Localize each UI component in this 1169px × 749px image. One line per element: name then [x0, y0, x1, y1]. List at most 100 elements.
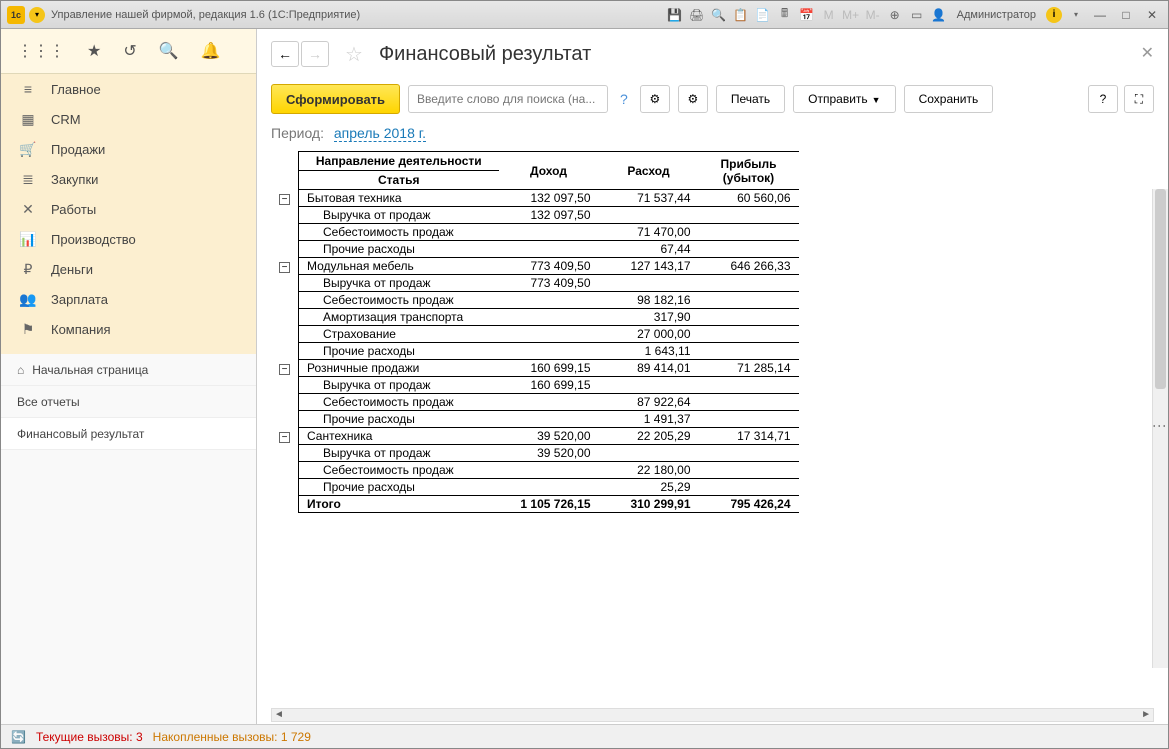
help-button[interactable]: ?	[1088, 85, 1118, 113]
period-row: Период: апрель 2018 г.	[257, 119, 1168, 151]
group-name: Розничные продажи	[299, 360, 499, 377]
info-dropdown[interactable]: ▾	[1068, 7, 1084, 23]
panel-handle-icon[interactable]: ⋮	[1152, 419, 1168, 433]
group-profit: 71 285,14	[699, 360, 799, 377]
total-income: 1 105 726,15	[499, 496, 599, 513]
sub-item-1[interactable]: Все отчеты	[1, 386, 256, 418]
m-plus-icon[interactable]: M+	[843, 7, 859, 23]
window-icon[interactable]: ▭	[909, 7, 925, 23]
m-minus-icon[interactable]: M-	[865, 7, 881, 23]
row-profit	[699, 377, 799, 394]
group-name: Сантехника	[299, 428, 499, 445]
back-button[interactable]: ←	[271, 41, 299, 67]
nav-icon: ✕	[19, 201, 37, 218]
search-icon[interactable]: 🔍	[159, 41, 179, 61]
header-income: Доход	[499, 152, 599, 190]
row-name: Прочие расходы	[299, 479, 499, 496]
bell-icon[interactable]: 🔔	[201, 41, 221, 61]
save-icon[interactable]: 💾	[667, 7, 683, 23]
maximize-button[interactable]: □	[1116, 7, 1136, 23]
forward-button[interactable]: →	[301, 41, 329, 67]
print-icon[interactable]: 🖨	[689, 7, 705, 23]
collapse-toggle[interactable]: −	[279, 194, 290, 205]
favorite-icon[interactable]: ★	[87, 41, 101, 61]
status-accumulated-calls: Накопленные вызовы: 1 729	[153, 730, 311, 744]
apps-icon[interactable]: ⋮⋮⋮	[17, 41, 65, 61]
save-button[interactable]: Сохранить	[904, 85, 994, 113]
sidebar-toolbar: ⋮⋮⋮ ★ ↺ 🔍 🔔	[1, 29, 256, 74]
history-icon[interactable]: ↺	[123, 41, 136, 61]
group-name: Модульная мебель	[299, 258, 499, 275]
send-button[interactable]: Отправить▼	[793, 85, 895, 113]
period-link[interactable]: апрель 2018 г.	[334, 125, 426, 142]
info-icon[interactable]: i	[1046, 7, 1062, 23]
nav-item-0[interactable]: ≡Главное	[1, 74, 256, 104]
nav-item-6[interactable]: ₽Деньги	[1, 254, 256, 284]
star-icon[interactable]: ☆	[345, 42, 363, 67]
group-name: Бытовая техника	[299, 190, 499, 207]
row-name: Амортизация транспорта	[299, 309, 499, 326]
calculator-icon[interactable]: 🖩	[777, 7, 793, 23]
row-profit	[699, 207, 799, 224]
nav-item-5[interactable]: 📊Производство	[1, 224, 256, 254]
row-income	[499, 343, 599, 360]
row-profit	[699, 411, 799, 428]
row-income: 39 520,00	[499, 445, 599, 462]
app-menu-dropdown[interactable]: ▾	[29, 7, 45, 23]
toolbar: Сформировать ? ⚙ ⚙ Печать Отправить▼ Сох…	[257, 79, 1168, 119]
zoom-in-icon[interactable]: ⊕	[887, 7, 903, 23]
home-icon: ⌂	[17, 363, 24, 377]
minimize-button[interactable]: —	[1090, 7, 1110, 23]
row-income: 132 097,50	[499, 207, 599, 224]
nav-item-4[interactable]: ✕Работы	[1, 194, 256, 224]
header-expense: Расход	[599, 152, 699, 190]
nav-label: Главное	[51, 82, 101, 97]
group-income: 160 699,15	[499, 360, 599, 377]
group-income: 39 520,00	[499, 428, 599, 445]
group-profit: 17 314,71	[699, 428, 799, 445]
row-profit	[699, 479, 799, 496]
collapse-toggle[interactable]: −	[279, 432, 290, 443]
close-button[interactable]: ✕	[1142, 7, 1162, 23]
group-income: 132 097,50	[499, 190, 599, 207]
settings-icon-2[interactable]: ⚙	[678, 85, 708, 113]
nav-item-7[interactable]: 👥Зарплата	[1, 284, 256, 314]
row-profit	[699, 326, 799, 343]
row-income	[499, 479, 599, 496]
total-label: Итого	[299, 496, 499, 513]
preview-icon[interactable]: 🔍	[711, 7, 727, 23]
nav-icon: 📊	[19, 231, 37, 248]
print-button[interactable]: Печать	[716, 85, 785, 113]
row-expense: 98 182,16	[599, 292, 699, 309]
user-name[interactable]: Администратор	[953, 9, 1040, 21]
group-expense: 71 537,44	[599, 190, 699, 207]
help-icon[interactable]: ?	[616, 91, 632, 107]
clipboard-icon[interactable]: 📄	[755, 7, 771, 23]
m-icon[interactable]: M	[821, 7, 837, 23]
fullscreen-button[interactable]: ⛶	[1124, 85, 1154, 113]
search-input[interactable]	[408, 85, 608, 113]
nav-item-8[interactable]: ⚑Компания	[1, 314, 256, 344]
calendar-icon[interactable]: 📅	[799, 7, 815, 23]
sub-item-0[interactable]: ⌂Начальная страница	[1, 354, 256, 386]
row-expense: 25,29	[599, 479, 699, 496]
row-profit	[699, 292, 799, 309]
close-tab-icon[interactable]: ✕	[1141, 43, 1154, 63]
nav-item-3[interactable]: ≣Закупки	[1, 164, 256, 194]
collapse-toggle[interactable]: −	[279, 364, 290, 375]
row-name: Выручка от продаж	[299, 377, 499, 394]
collapse-toggle[interactable]: −	[279, 262, 290, 273]
horizontal-scrollbar[interactable]: ◄►	[271, 708, 1154, 722]
status-icon[interactable]: 🔄	[11, 730, 26, 744]
total-profit: 795 426,24	[699, 496, 799, 513]
generate-button[interactable]: Сформировать	[271, 84, 400, 114]
settings-icon-1[interactable]: ⚙	[640, 85, 670, 113]
nav-label: Закупки	[51, 172, 98, 187]
nav-item-2[interactable]: 🛒Продажи	[1, 134, 256, 164]
sub-item-2[interactable]: Финансовый результат	[1, 418, 256, 450]
nav-icon: ▦	[19, 111, 37, 128]
nav-item-1[interactable]: ▦CRM	[1, 104, 256, 134]
compare-icon[interactable]: 📋	[733, 7, 749, 23]
statusbar: 🔄 Текущие вызовы: 3 Накопленные вызовы: …	[1, 724, 1168, 748]
row-name: Страхование	[299, 326, 499, 343]
